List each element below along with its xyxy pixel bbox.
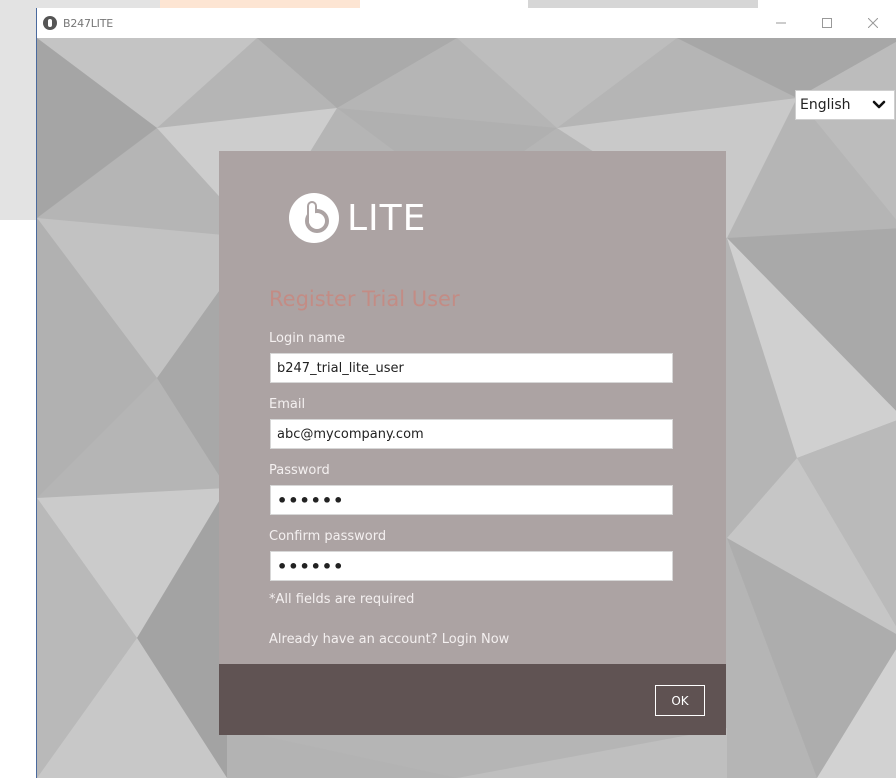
- confirm-password-label: Confirm password: [269, 529, 387, 544]
- close-button[interactable]: [850, 8, 896, 38]
- register-card: LITE Register Trial User Login name b247…: [219, 151, 726, 735]
- confirm-password-input[interactable]: ••••••: [270, 551, 673, 581]
- login-name-label: Login name: [269, 331, 346, 346]
- password-label: Password: [269, 463, 330, 478]
- maximize-icon: [822, 18, 832, 28]
- password-input[interactable]: ••••••: [270, 485, 673, 515]
- email-label: Email: [269, 397, 306, 412]
- email-input[interactable]: abc@mycompany.com: [270, 419, 673, 449]
- maximize-button[interactable]: [804, 8, 850, 38]
- window-title: B247LITE: [63, 16, 113, 30]
- form-title: Register Trial User: [269, 287, 460, 311]
- app-logo-icon: [43, 16, 57, 30]
- chevron-down-icon: [872, 100, 886, 109]
- brand-logo: LITE: [287, 191, 426, 245]
- required-fields-note: *All fields are required: [269, 592, 415, 607]
- ok-button[interactable]: OK: [655, 685, 705, 716]
- language-selected-label: English: [800, 97, 851, 113]
- b247-logo-icon: [289, 193, 339, 243]
- login-name-input[interactable]: b247_trial_lite_user: [270, 353, 673, 383]
- minimize-icon: [776, 22, 786, 24]
- close-icon: [868, 18, 878, 28]
- title-bar[interactable]: B247LITE: [37, 8, 896, 38]
- window-controls: [758, 8, 896, 38]
- client-area: English LITE Register Trial User Login n…: [37, 38, 896, 778]
- language-select[interactable]: English: [795, 90, 895, 120]
- login-now-link[interactable]: Already have an account? Login Now: [269, 632, 509, 647]
- app-window: B247LITE English LITE Register Trial Use…: [36, 8, 896, 778]
- brand-logo-text: LITE: [347, 197, 427, 239]
- minimize-button[interactable]: [758, 8, 804, 38]
- card-footer: OK: [219, 664, 726, 735]
